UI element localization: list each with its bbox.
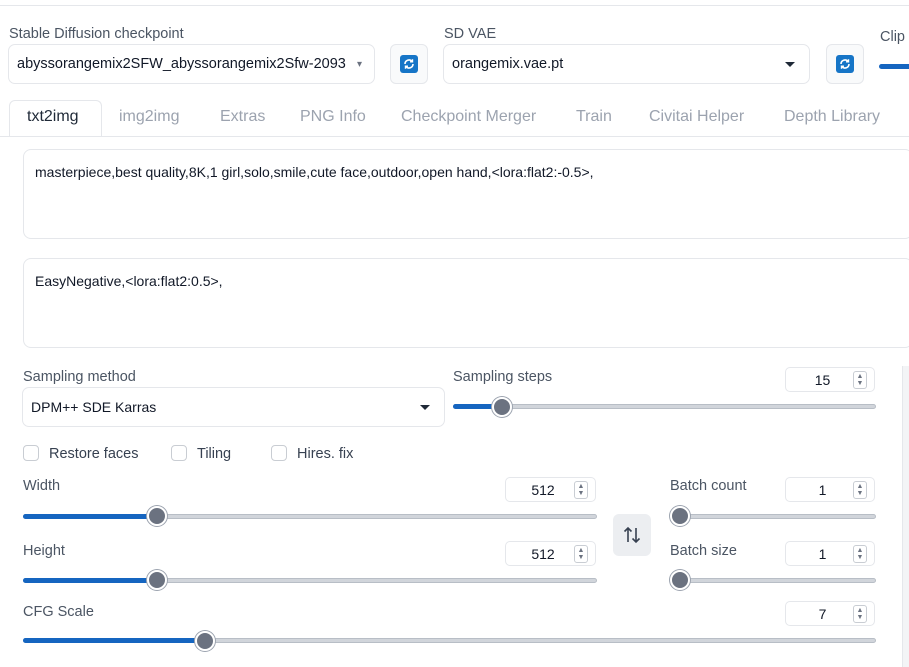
vae-label: SD VAE [444,26,497,42]
refresh-icon [400,55,418,73]
batch-size-track[interactable] [670,578,876,583]
width-value: 512 [531,481,555,498]
width-thumb[interactable] [147,506,167,526]
tab-img2img[interactable]: img2img [119,108,179,126]
checkpoint-label: Stable Diffusion checkpoint [9,26,184,42]
tab-checkpoint-merger[interactable]: Checkpoint Merger [401,108,536,126]
batch-count-label: Batch count [670,478,747,494]
batch-count-track[interactable] [670,514,876,519]
tab-extras[interactable]: Extras [220,108,265,126]
spinner-icon[interactable]: ▲ ▼ [853,604,867,623]
batch-size-thumb[interactable] [670,570,690,590]
negative-prompt-input[interactable]: EasyNegative,<lora:flat2:0.5>, [23,258,909,348]
right-panel-edge [902,366,909,667]
refresh-checkpoint-button[interactable] [390,44,428,84]
caret-down-icon [785,61,795,67]
spinner-icon[interactable]: ▲ ▼ [853,544,867,563]
hires-fix-checkbox[interactable] [271,445,287,461]
restore-faces-checkbox[interactable] [23,445,39,461]
width-number[interactable]: 512 ▲ ▼ [505,477,596,502]
tab-png-info[interactable]: PNG Info [300,108,366,126]
spinner-icon[interactable]: ▲ ▼ [853,370,867,389]
height-thumb[interactable] [147,570,167,590]
chevron-down-icon: ▾ [356,58,362,70]
sampling-method-value: DPM++ SDE Karras [31,399,157,415]
cfg-scale-fill [23,638,206,643]
vae-dropdown[interactable]: orangemix.vae.pt [443,44,810,84]
height-fill [23,578,158,583]
tab-train[interactable]: Train [576,108,612,126]
spinner-icon[interactable]: ▲ ▼ [574,480,588,499]
sampling-method-dropdown[interactable]: DPM++ SDE Karras [22,387,445,427]
swap-dimensions-button[interactable] [613,514,651,556]
height-label: Height [23,543,65,559]
sampling-steps-value: 15 [814,371,831,388]
sampling-steps-label: Sampling steps [453,369,553,385]
batch-size-number[interactable]: 1 ▲ ▼ [785,541,875,566]
tab-civitai-helper[interactable]: Civitai Helper [649,108,744,126]
refresh-vae-button[interactable] [826,44,864,84]
batch-size-label: Batch size [670,543,737,559]
width-label: Width [23,478,61,494]
top-divider [0,5,909,6]
swap-icon [623,526,641,544]
tiling-label: Tiling [197,446,232,462]
sampling-steps-thumb[interactable] [492,397,512,417]
height-number[interactable]: 512 ▲ ▼ [505,541,596,566]
cfg-scale-label: CFG Scale [23,604,94,620]
vae-value: orangemix.vae.pt [452,56,564,72]
checkpoint-value: abyssorangemix2SFW_abyssorangemix2Sfw-20… [17,56,346,72]
height-value: 512 [531,545,555,562]
tabs-divider [0,136,909,137]
width-fill [23,514,158,519]
caret-down-icon [420,404,430,410]
cfg-scale-number[interactable]: 7 ▲ ▼ [785,601,875,626]
sampling-steps-number[interactable]: 15 ▲ ▼ [785,367,875,392]
clip-skip-label: Clip s [880,29,909,45]
batch-size-value: 1 [818,545,827,562]
positive-prompt-input[interactable]: masterpiece,best quality,8K,1 girl,solo,… [23,149,909,239]
batch-count-number[interactable]: 1 ▲ ▼ [785,477,875,502]
cfg-scale-value: 7 [818,605,827,622]
refresh-icon [836,55,854,73]
batch-count-value: 1 [818,481,827,498]
tab-depth-library[interactable]: Depth Library [784,108,880,126]
batch-count-thumb[interactable] [670,506,690,526]
clip-skip-slider[interactable] [879,64,909,69]
sampling-method-label: Sampling method [23,369,136,385]
hires-fix-label: Hires. fix [297,446,354,462]
spinner-icon[interactable]: ▲ ▼ [853,480,867,499]
checkpoint-dropdown[interactable]: abyssorangemix2SFW_abyssorangemix2Sfw-20… [8,44,375,84]
tab-txt2img[interactable]: txt2img [27,108,79,126]
tiling-checkbox[interactable] [171,445,187,461]
spinner-icon[interactable]: ▲ ▼ [574,544,588,563]
restore-faces-label: Restore faces [49,446,139,462]
cfg-scale-thumb[interactable] [195,631,215,651]
sampling-steps-track[interactable] [453,404,876,409]
